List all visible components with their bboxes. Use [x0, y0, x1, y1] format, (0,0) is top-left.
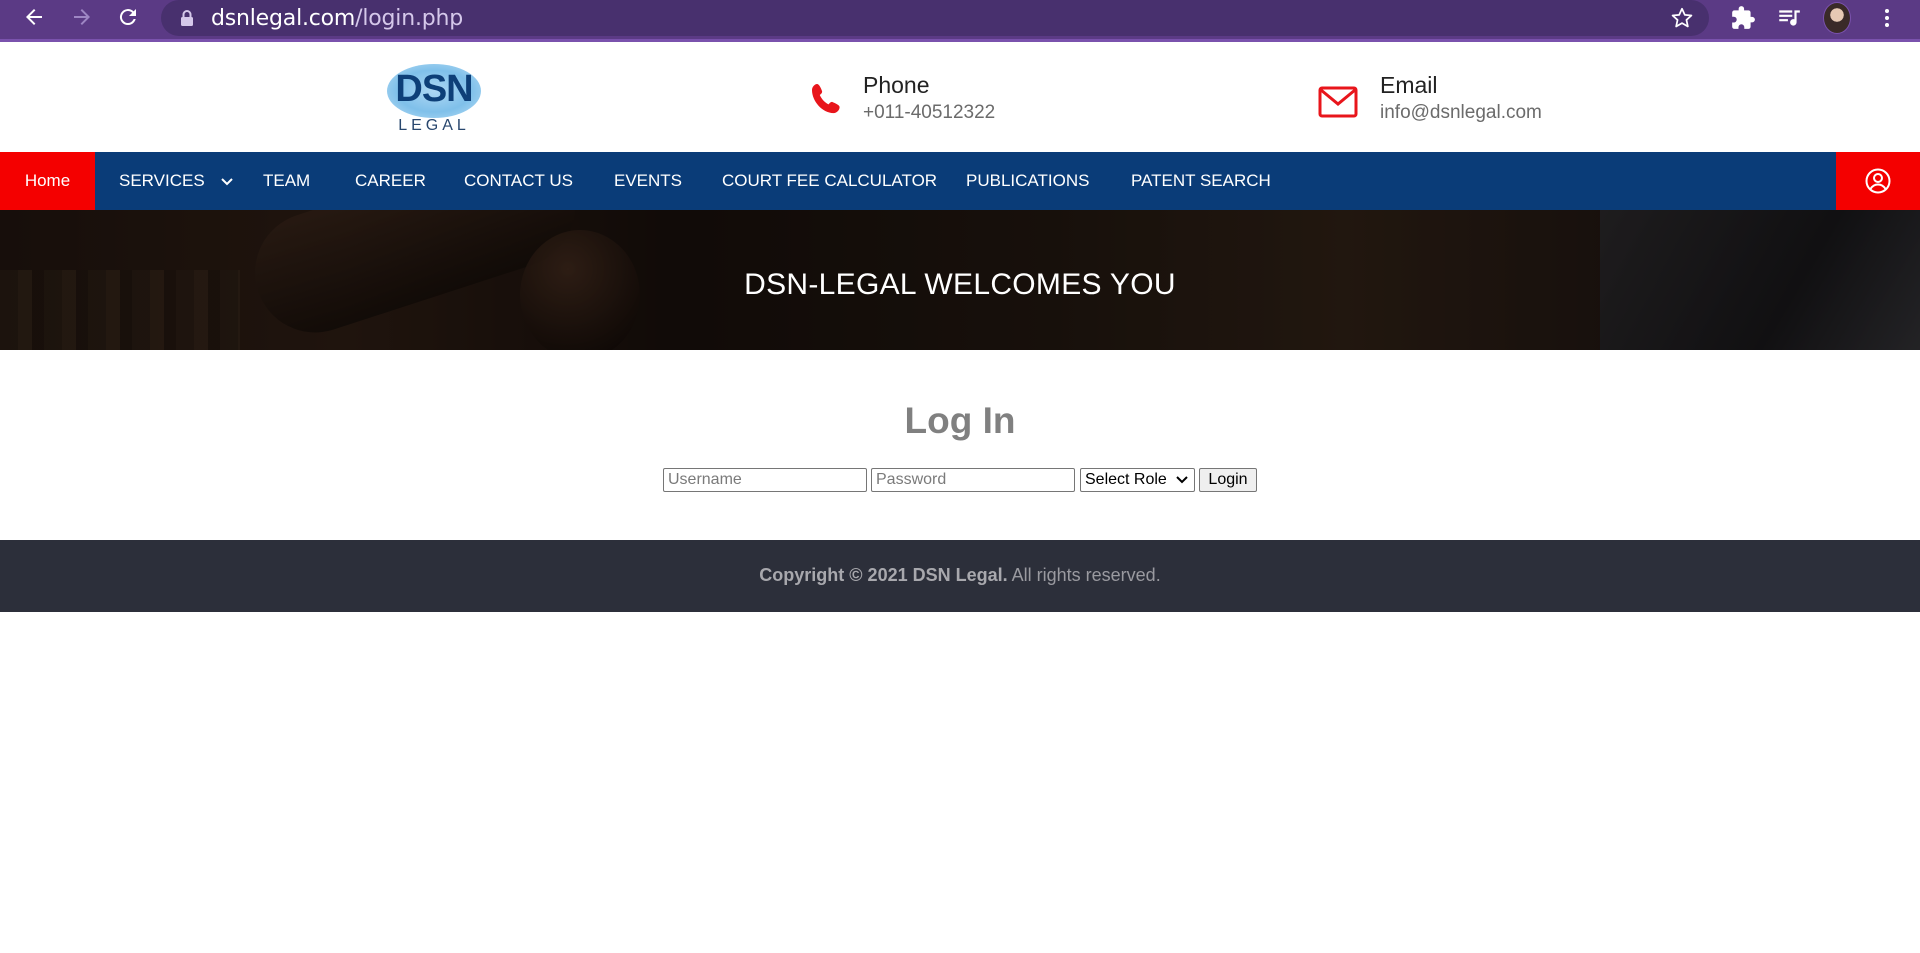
chevron-down-icon: [1176, 476, 1188, 484]
role-select[interactable]: Select Role: [1080, 468, 1195, 492]
address-bar[interactable]: dsnlegal.com/login.php: [161, 0, 1709, 36]
browser-toolbar: dsnlegal.com/login.php: [0, 0, 1920, 42]
nav-events[interactable]: EVENTS: [614, 152, 682, 210]
nav-publications[interactable]: PUBLICATIONS: [966, 152, 1089, 210]
nav-court-fee-calculator[interactable]: COURT FEE CALCULATOR: [722, 152, 937, 210]
copyright-text: Copyright © 2021 DSN Legal. All rights r…: [0, 565, 1920, 586]
site-footer: Copyright © 2021 DSN Legal. All rights r…: [0, 540, 1920, 612]
back-button[interactable]: [14, 0, 54, 34]
arrow-left-icon: [26, 9, 42, 25]
hero-banner: DSN-LEGAL WELCOMES YOU: [0, 210, 1920, 350]
logo-text: DSN: [395, 68, 473, 110]
nav-career[interactable]: CAREER: [355, 152, 426, 210]
forward-button[interactable]: [62, 0, 102, 34]
bookmark-star-icon[interactable]: [1669, 5, 1695, 31]
envelope-icon: [1318, 86, 1358, 118]
extensions-icon[interactable]: [1729, 4, 1757, 32]
site-logo[interactable]: DSN LEGAL: [383, 62, 483, 136]
main-navigation: Home SERVICES TEAM CAREER CONTACT US EVE…: [0, 152, 1920, 210]
copyright-rest: All rights reserved.: [1011, 565, 1161, 585]
nav-services[interactable]: SERVICES: [119, 152, 234, 210]
profile-avatar[interactable]: [1823, 2, 1851, 34]
login-submit-button[interactable]: Login: [1199, 468, 1257, 492]
media-queue-icon[interactable]: [1775, 4, 1803, 32]
nav-home[interactable]: Home: [0, 152, 95, 210]
reload-button[interactable]: [108, 0, 148, 34]
phone-title: Phone: [863, 72, 930, 98]
banner-title: DSN-LEGAL WELCOMES YOU: [744, 268, 1176, 301]
nav-services-label: SERVICES: [119, 171, 205, 190]
user-circle-icon: [1865, 168, 1891, 194]
email-value[interactable]: info@dsnlegal.com: [1380, 102, 1542, 124]
logo-subtext: LEGAL: [398, 117, 470, 134]
nav-contact-us[interactable]: CONTACT US: [464, 152, 573, 210]
nav-team[interactable]: TEAM: [263, 152, 310, 210]
chevron-down-icon: [221, 177, 234, 185]
reload-icon: [119, 9, 136, 26]
password-input[interactable]: [871, 468, 1075, 492]
user-login-button[interactable]: [1836, 152, 1920, 210]
url-text: dsnlegal.com/login.php: [211, 6, 464, 31]
nav-patent-search[interactable]: PATENT SEARCH: [1131, 152, 1271, 210]
copyright-bold: Copyright © 2021 DSN Legal.: [759, 565, 1008, 585]
lock-icon: [181, 10, 193, 26]
arrow-right-icon: [74, 9, 90, 25]
login-heading: Log In: [904, 400, 1016, 441]
phone-value[interactable]: +011-40512322: [863, 102, 995, 124]
avatar: [1823, 2, 1851, 34]
browser-menu-icon[interactable]: [1873, 4, 1901, 32]
role-select-value: Select Role: [1085, 471, 1167, 488]
phone-icon: [812, 84, 840, 114]
username-input[interactable]: [663, 468, 867, 492]
email-title: Email: [1380, 72, 1438, 98]
